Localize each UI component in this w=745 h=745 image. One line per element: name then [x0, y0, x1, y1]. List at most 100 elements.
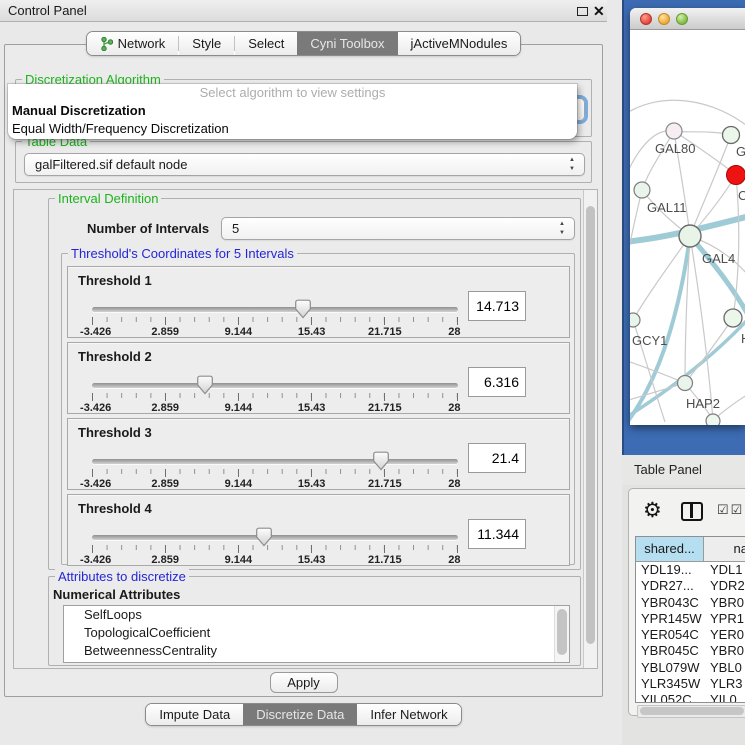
- table-row[interactable]: YLR345WYLR3: [636, 676, 745, 692]
- table-row[interactable]: YDL19...YDL1: [636, 562, 745, 578]
- list-scrollbar[interactable]: [554, 606, 569, 662]
- close-window-icon[interactable]: [640, 13, 652, 25]
- combo-stepper-icon[interactable]: ▲▼: [567, 156, 577, 174]
- table-row[interactable]: YER054CYER0: [636, 627, 745, 643]
- slider-track[interactable]: [92, 459, 458, 464]
- cell-shared-name[interactable]: YBR045C: [636, 643, 704, 659]
- cell-name[interactable]: YER0: [704, 627, 745, 643]
- tab-jactivemnodules[interactable]: jActiveMNodules: [398, 32, 521, 55]
- horizontal-scrollbar[interactable]: [637, 705, 745, 718]
- table-panel: ⚙ ☑☑ shared... na YDL19...YDL1 YDR27...Y…: [622, 485, 745, 745]
- split-columns-icon[interactable]: [681, 502, 703, 521]
- scrollbar-thumb[interactable]: [640, 707, 744, 715]
- table-row[interactable]: YPR145WYPR1: [636, 611, 745, 627]
- thresholds-group: Threshold's Coordinates for 5 Intervals …: [61, 253, 575, 565]
- threshold-4-slider[interactable]: -3.426 2.859 9.144 15.43 21.715 28: [92, 531, 458, 565]
- cell-name[interactable]: YPR1: [704, 611, 745, 627]
- cell-name[interactable]: YDR2: [704, 578, 745, 594]
- popup-item-equal-width[interactable]: Equal Width/Frequency Discretization: [8, 120, 577, 138]
- network-window[interactable]: GAL80 G GAL11 C GAL4 GCY1 H HAP2: [630, 8, 745, 425]
- tab-select[interactable]: Select: [235, 32, 297, 55]
- tab-discretize-data[interactable]: Discretize Data: [243, 704, 357, 725]
- list-item[interactable]: TopologicalCoefficient: [64, 624, 569, 642]
- close-panel-icon[interactable]: ✕: [593, 2, 605, 20]
- zoom-window-icon[interactable]: [676, 13, 688, 25]
- cell-shared-name[interactable]: YBR043C: [636, 595, 704, 611]
- attributes-group-title: Attributes to discretize: [55, 569, 189, 584]
- combo-stepper-icon[interactable]: ▲▼: [557, 220, 567, 238]
- node-gal4[interactable]: [679, 225, 701, 247]
- node-gal80[interactable]: [666, 123, 682, 139]
- table-row[interactable]: YIL052CYIL0: [636, 692, 745, 702]
- scrollbar-thumb[interactable]: [557, 609, 567, 655]
- column-header-name[interactable]: na: [704, 537, 745, 561]
- threshold-4-value-field[interactable]: [468, 519, 526, 549]
- slider-thumb[interactable]: [372, 451, 390, 471]
- tab-style[interactable]: Style: [179, 32, 234, 55]
- cell-shared-name[interactable]: YER054C: [636, 627, 704, 643]
- cell-shared-name[interactable]: YLR345W: [636, 676, 704, 692]
- apply-button[interactable]: Apply: [270, 672, 338, 693]
- table-row[interactable]: YBR043CYBR0: [636, 595, 745, 611]
- slider-thumb[interactable]: [255, 527, 273, 547]
- vertical-scrollbar[interactable]: [583, 190, 597, 668]
- cell-name[interactable]: YIL0: [704, 692, 745, 702]
- popup-item-manual-discretization[interactable]: Manual Discretization: [8, 102, 577, 120]
- node-hap2[interactable]: [678, 376, 693, 391]
- cell-shared-name[interactable]: YPR145W: [636, 611, 704, 627]
- table-row[interactable]: YBL079WYBL0: [636, 660, 745, 676]
- control-panel-titlebar: Control Panel ✕: [0, 0, 607, 22]
- network-canvas[interactable]: GAL80 G GAL11 C GAL4 GCY1 H HAP2: [630, 30, 745, 425]
- threshold-1-slider[interactable]: -3.426 2.859 9.144 15.43 21.715 28: [92, 303, 458, 337]
- float-panel-icon[interactable]: [577, 7, 588, 16]
- threshold-3-value-field[interactable]: [468, 443, 526, 473]
- gear-icon[interactable]: ⚙: [643, 499, 662, 523]
- tab-cyni-toolbox[interactable]: Cyni Toolbox: [297, 32, 397, 55]
- cell-name[interactable]: YDL1: [704, 562, 745, 578]
- table-data-combobox[interactable]: galFiltered.sif default node ▲▼: [24, 153, 585, 176]
- node-gcy1[interactable]: [630, 313, 640, 327]
- number-of-intervals-combobox[interactable]: 5 ▲▼: [221, 217, 575, 240]
- table-body[interactable]: YDL19...YDL1 YDR27...YDR2 YBR043CYBR0 YP…: [636, 562, 745, 702]
- tick-label: 15.43: [298, 554, 326, 566]
- threshold-1-value-field[interactable]: [468, 291, 526, 321]
- slider-track[interactable]: [92, 535, 458, 540]
- list-item[interactable]: SelfLoops: [64, 606, 569, 624]
- numerical-attributes-list[interactable]: SelfLoops TopologicalCoefficient Between…: [63, 605, 570, 663]
- slider-track[interactable]: [92, 307, 458, 312]
- threshold-2-slider[interactable]: -3.426 2.859 9.144 15.43 21.715 28: [92, 379, 458, 413]
- cell-shared-name[interactable]: YDL19...: [636, 562, 704, 578]
- table-row[interactable]: YDR27...YDR2: [636, 578, 745, 594]
- cell-shared-name[interactable]: YDR27...: [636, 578, 704, 594]
- node-gal11[interactable]: [634, 182, 650, 198]
- cell-shared-name[interactable]: YBL079W: [636, 660, 704, 676]
- node-top-right[interactable]: [723, 127, 740, 144]
- threshold-2-value-field[interactable]: [468, 367, 526, 397]
- popup-prompt-item[interactable]: Select algorithm to view settings: [8, 84, 577, 102]
- slider-track[interactable]: [92, 383, 458, 388]
- node-bottom-partial[interactable]: [706, 414, 720, 425]
- slider-thumb[interactable]: [196, 375, 214, 395]
- checkbox-icon[interactable]: ☑: [731, 502, 745, 517]
- checkbox-icon[interactable]: ☑: [717, 502, 731, 517]
- node-right-mid[interactable]: [724, 309, 742, 327]
- cell-name[interactable]: YBR0: [704, 643, 745, 659]
- node-red-selected[interactable]: [727, 166, 745, 185]
- table-row[interactable]: YBR045CYBR0: [636, 643, 745, 659]
- cell-name[interactable]: YLR3: [704, 676, 745, 692]
- slider-thumb[interactable]: [294, 299, 312, 319]
- column-header-shared-name[interactable]: shared...: [636, 537, 704, 561]
- cell-name[interactable]: YBR0: [704, 595, 745, 611]
- minimize-window-icon[interactable]: [658, 13, 670, 25]
- cell-shared-name[interactable]: YIL052C: [636, 692, 704, 702]
- network-graph: GAL80 G GAL11 C GAL4 GCY1 H HAP2: [630, 30, 745, 425]
- list-item[interactable]: BetweennessCentrality: [64, 642, 569, 660]
- tab-infer-network[interactable]: Infer Network: [357, 704, 460, 725]
- tab-impute-data[interactable]: Impute Data: [146, 704, 243, 725]
- threshold-3-slider[interactable]: -3.426 2.859 9.144 15.43 21.715 28: [92, 455, 458, 489]
- cell-name[interactable]: YBL0: [704, 660, 745, 676]
- network-window-titlebar[interactable]: [630, 8, 745, 30]
- tab-network[interactable]: Network: [87, 32, 179, 55]
- select-columns-icons[interactable]: ☑☑: [717, 502, 744, 518]
- scrollbar-thumb[interactable]: [586, 206, 595, 644]
